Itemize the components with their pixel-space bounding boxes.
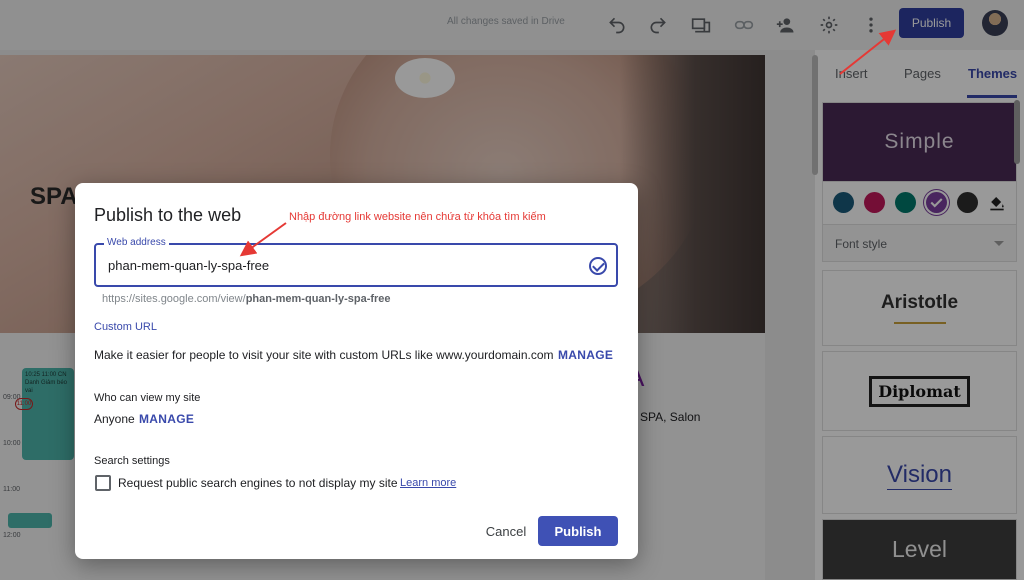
learn-more-link[interactable]: Learn more [400, 477, 456, 489]
manage-custom-url-button[interactable]: MANAGE [558, 348, 613, 362]
annotation-note: Nhập đường link website nên chứa từ khóa… [289, 211, 546, 223]
publish-button[interactable]: Publish [538, 516, 618, 546]
search-settings-heading: Search settings [94, 455, 170, 467]
web-address-label: Web address [104, 237, 169, 248]
custom-url-description: Make it easier for people to visit your … [94, 348, 554, 362]
manage-viewers-button[interactable]: MANAGE [139, 412, 194, 426]
who-can-view-heading: Who can view my site [94, 392, 201, 404]
url-prefix: https://sites.google.com/view/ [102, 293, 246, 305]
custom-url-heading: Custom URL [94, 321, 157, 333]
web-address-input[interactable] [108, 258, 578, 273]
web-address-field[interactable]: Web address [94, 237, 618, 287]
url-slug: phan-mem-quan-ly-spa-free [245, 293, 391, 305]
check-circle-icon [589, 257, 607, 275]
hide-from-search-checkbox[interactable] [95, 475, 111, 491]
url-preview: https://sites.google.com/view/phan-mem-q… [102, 293, 391, 305]
who-can-view-value: Anyone [94, 412, 135, 426]
dialog-title: Publish to the web [94, 205, 242, 225]
cancel-button[interactable]: Cancel [475, 516, 537, 546]
publish-dialog: Publish to the web Nhập đường link websi… [75, 183, 638, 559]
hide-from-search-label[interactable]: Request public search engines to not dis… [118, 476, 398, 490]
